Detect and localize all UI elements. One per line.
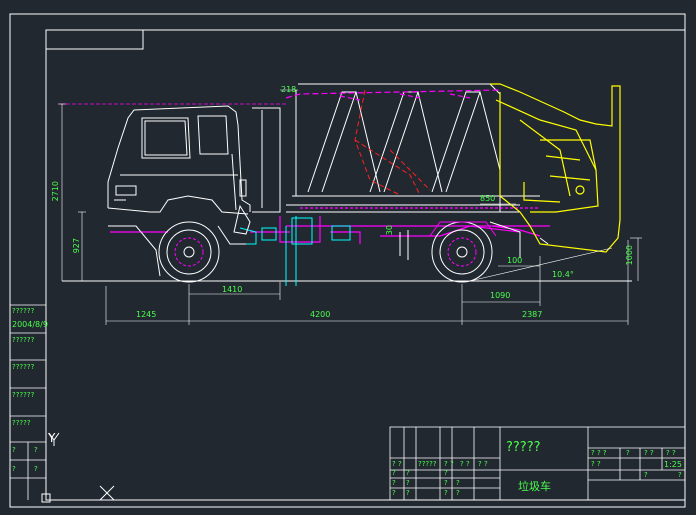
left-strip-q-3: ? (12, 465, 16, 473)
dim-218: 218 (281, 85, 297, 94)
tb-mid-4: ? ? (460, 460, 470, 468)
tb-q-1: ? (392, 469, 396, 477)
dim-30: 30 (385, 225, 394, 236)
left-strip-q-1: ? (12, 446, 16, 454)
dim-1245: 1245 (136, 310, 157, 319)
tb-q-4: ? (392, 479, 396, 487)
tb-right-6: ? (644, 471, 648, 479)
left-strip-q-4: ? (34, 465, 38, 473)
tb-mid-1: ? ? (392, 460, 402, 468)
dim-100: 100 (507, 256, 523, 265)
tb-q-11: ? (456, 489, 460, 497)
tb-right-7: ? (678, 471, 682, 479)
left-strip-row-1: ?????? (12, 307, 35, 315)
tb-q-9: ? (406, 489, 410, 497)
tb-q-8: ? (392, 489, 396, 497)
tb-right-1: ? ? ? (591, 449, 607, 457)
chassis-frame (108, 204, 549, 277)
tb-q-10: ? (444, 489, 448, 497)
drawing-scale: 1:25 (664, 460, 682, 469)
dim-927: 927 (72, 238, 81, 254)
left-strip-row-5: ?????? (12, 391, 35, 399)
dim-1000: 1000 (625, 245, 634, 266)
tailgate-hopper (490, 83, 621, 253)
tb-right-5: ? ? (591, 460, 601, 468)
left-strip-row-3: ?????? (12, 336, 35, 344)
left-strip-q-2: ? (34, 446, 38, 454)
tb-mid-5: ? ? (478, 460, 488, 468)
dim-1090: 1090 (490, 291, 511, 300)
left-strip-date: 2004/8/9 (12, 320, 48, 329)
tb-q-3: ? (444, 469, 448, 477)
ucs-y-label: Y (48, 431, 56, 445)
project-name: ????? (506, 440, 541, 455)
front-wheel (158, 221, 220, 283)
tb-right-4: ? ? (666, 449, 676, 457)
lifting-arm (354, 89, 431, 196)
dim-1410: 1410 (222, 285, 243, 294)
tb-mid-3: ? ? (444, 460, 454, 468)
tb-q-5: ? (406, 479, 410, 487)
tb-q-7: ? (456, 479, 460, 487)
hydraulic-system (60, 89, 550, 244)
dim-2710: 2710 (51, 181, 60, 202)
dim-4200: 4200 (310, 310, 331, 319)
dim-angle: 10.4° (552, 270, 574, 279)
tb-right-2: ? (626, 449, 630, 457)
tb-right-3: ? ? (644, 449, 654, 457)
tb-mid-2: ????? (418, 460, 437, 468)
left-strip-row-4: ?????? (12, 363, 35, 371)
tb-q-2: ? (406, 469, 410, 477)
cad-drawing-canvas[interactable] (0, 0, 696, 515)
dim-850: 850 (480, 194, 496, 203)
rear-wheel (429, 221, 497, 283)
left-strip-row-6: ????? (12, 419, 31, 427)
tb-q-6: ? (444, 479, 448, 487)
drawing-name: 垃圾车 (518, 480, 551, 493)
truck-cab (107, 105, 281, 215)
dim-2387: 2387 (522, 310, 543, 319)
drawing-frame (9, 13, 686, 508)
